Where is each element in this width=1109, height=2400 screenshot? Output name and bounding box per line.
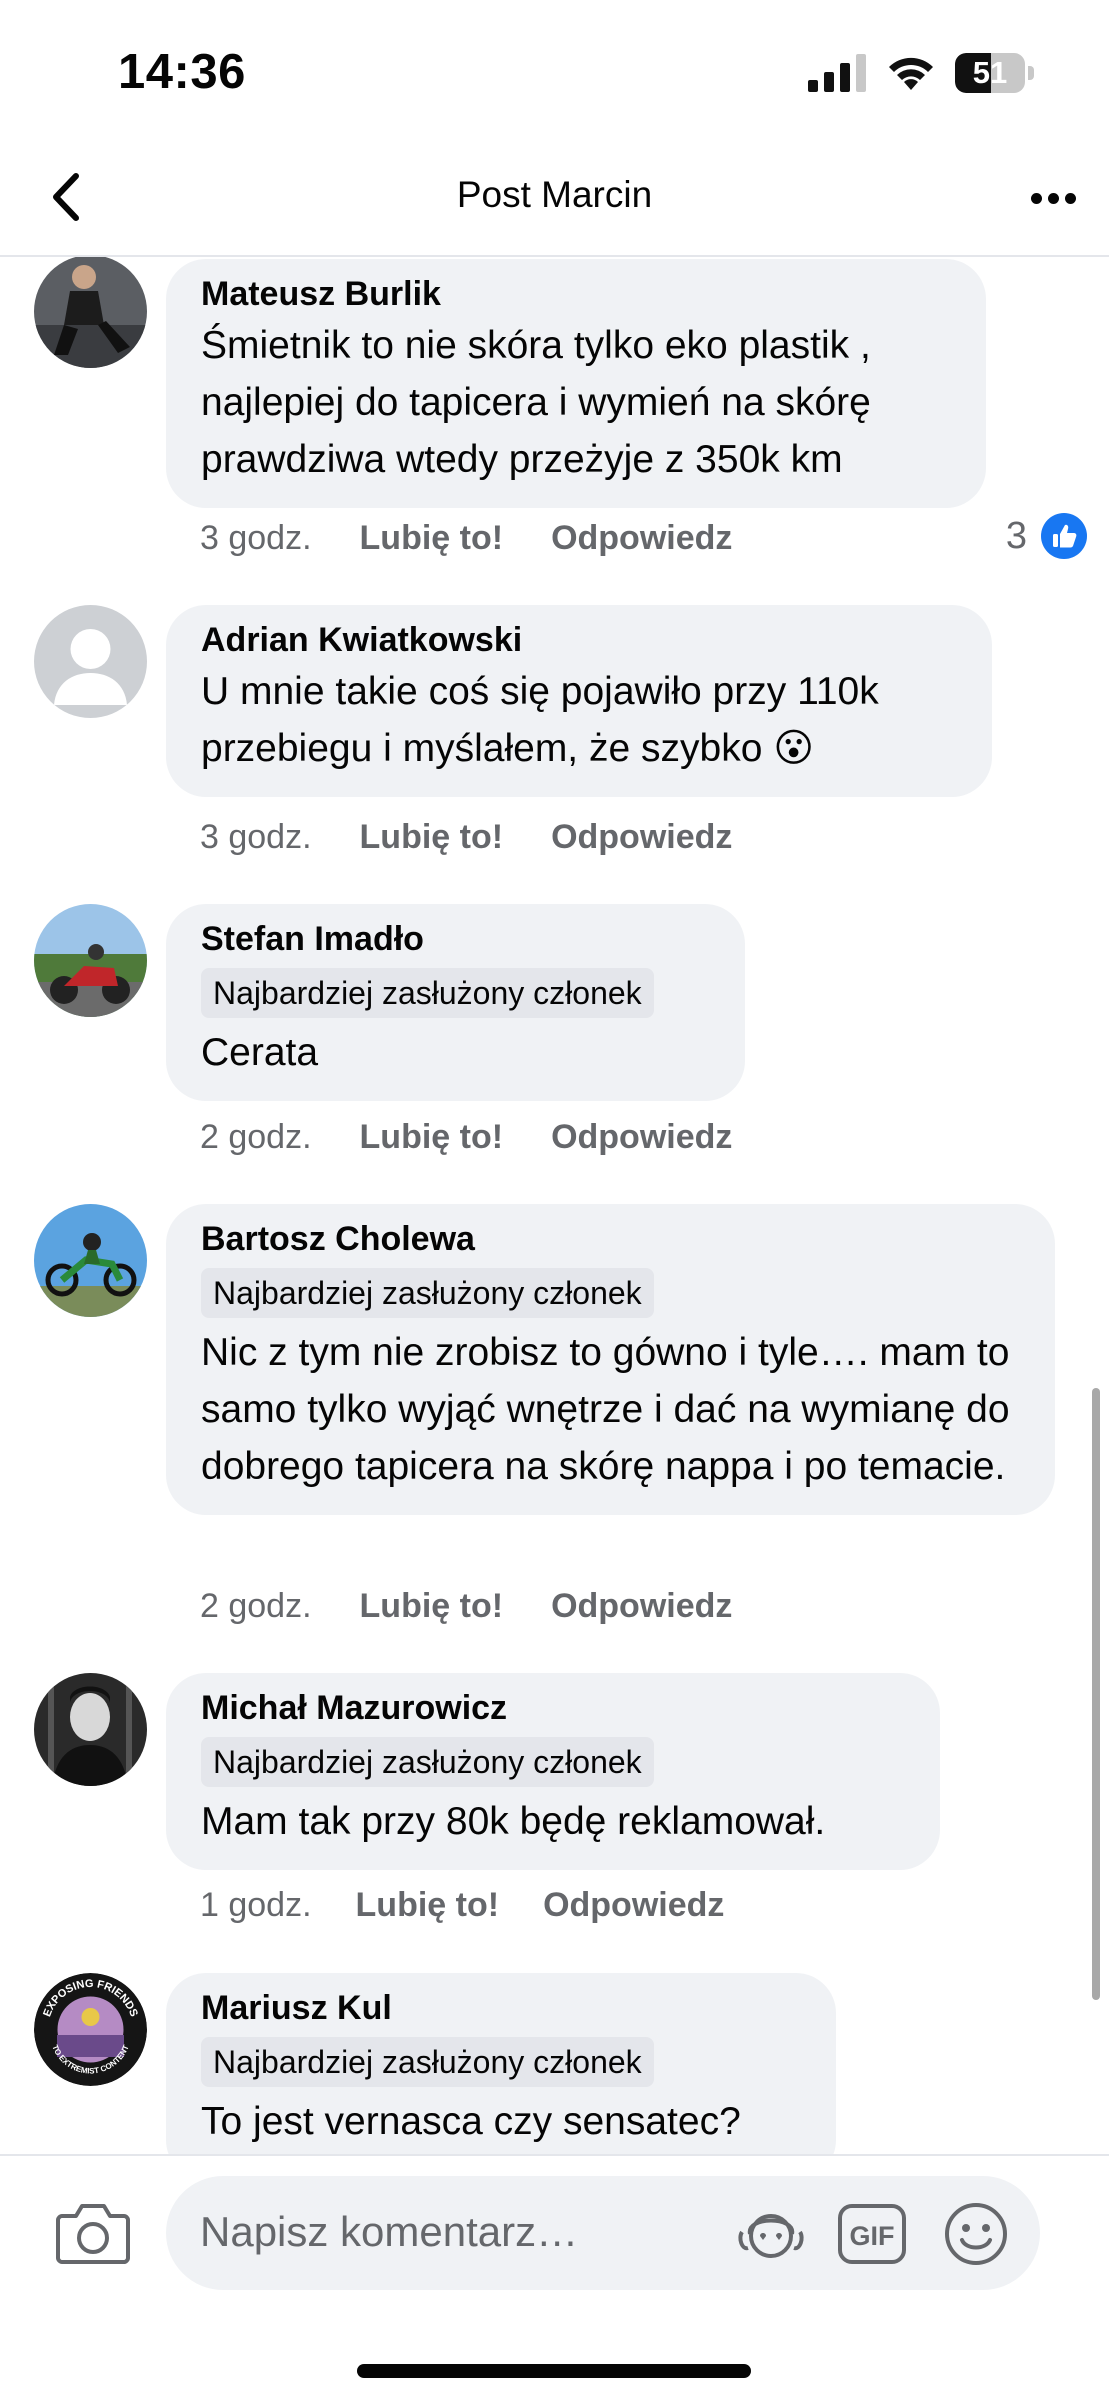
like-button[interactable]: Lubię to!: [360, 1587, 504, 1626]
gif-button[interactable]: GIF: [838, 2204, 906, 2264]
like-button[interactable]: Lubię to!: [356, 1886, 500, 1925]
comment-text: Cerata: [201, 1031, 319, 1074]
comment-author[interactable]: Mariusz Kul: [201, 1985, 801, 2031]
comment-actions: 3 godz. Lubię to! Odpowiedz: [200, 519, 732, 558]
reaction-count: 3: [1005, 514, 1027, 557]
comment-time: 3 godz.: [200, 519, 312, 557]
comment-text: Nic z tym nie zrobisz to gówno i tyle…. …: [201, 1331, 1010, 1488]
reply-button[interactable]: Odpowiedz: [551, 818, 732, 857]
comment-bubble: Mateusz Burlik Śmietnik to nie skóra tyl…: [166, 259, 986, 508]
comment-text: Śmietnik to nie skóra tylko eko plastik …: [201, 324, 871, 481]
like-button[interactable]: Lubię to!: [360, 818, 504, 857]
battery-icon: 51: [955, 53, 1035, 93]
member-badge[interactable]: Najbardziej zasłużony członek: [201, 2037, 654, 2087]
thumbs-up-icon: [1041, 513, 1087, 559]
avatar-sticker-icon[interactable]: [736, 2206, 806, 2262]
comment-time: 1 godz.: [200, 1886, 312, 1924]
comment-bubble: Adrian Kwiatkowski U mnie takie coś się …: [166, 605, 992, 797]
comment-bubble: Bartosz Cholewa Najbardziej zasłużony cz…: [166, 1204, 1055, 1515]
status-bar: 14:36 51: [0, 0, 1109, 140]
comment-actions: 2 godz. Lubię to! Odpowiedz: [200, 1587, 732, 1626]
comment-author[interactable]: Adrian Kwiatkowski: [201, 617, 957, 663]
reply-button[interactable]: Odpowiedz: [551, 1118, 732, 1157]
scrollbar[interactable]: [1092, 1388, 1100, 2000]
comment-actions: 3 godz. Lubię to! Odpowiedz: [200, 818, 732, 857]
member-badge[interactable]: Najbardziej zasłużony członek: [201, 1268, 654, 1318]
member-badge[interactable]: Najbardziej zasłużony członek: [201, 1737, 654, 1787]
member-badge[interactable]: Najbardziej zasłużony członek: [201, 968, 654, 1018]
avatar[interactable]: [34, 257, 147, 368]
comment-composer: Napisz komentarz… GIF: [0, 2154, 1109, 2400]
gif-label: GIF: [850, 2221, 895, 2251]
comment-actions: 2 godz. Lubię to! Odpowiedz: [200, 1118, 732, 1157]
reply-button[interactable]: Odpowiedz: [551, 1587, 732, 1626]
comment-time: 3 godz.: [200, 818, 312, 856]
comment-text: U mnie takie coś się pojawiło przy 110k …: [201, 670, 879, 770]
comment-author[interactable]: Michał Mazurowicz: [201, 1685, 905, 1731]
avatar[interactable]: [34, 605, 147, 718]
comment-bubble: Stefan Imadło Najbardziej zasłużony czło…: [166, 904, 745, 1101]
emoji-icon[interactable]: [944, 2202, 1008, 2266]
reply-button[interactable]: Odpowiedz: [551, 519, 732, 558]
reaction-summary[interactable]: 3: [1006, 513, 1087, 559]
comment-author[interactable]: Bartosz Cholewa: [201, 1216, 1020, 1262]
avatar[interactable]: EXPOSING FRIENDS TO EXTREMIST CONTENT: [34, 1973, 147, 2086]
comment-input[interactable]: Napisz komentarz… GIF: [166, 2176, 1040, 2290]
avatar[interactable]: [34, 904, 147, 1017]
comment-text: To jest vernasca czy sensatec?: [201, 2100, 741, 2143]
comment-bubble: Mariusz Kul Najbardziej zasłużony człone…: [166, 1973, 836, 2154]
more-options-button[interactable]: [1023, 174, 1083, 222]
comment-author[interactable]: Stefan Imadło: [201, 916, 710, 962]
comment-actions: 1 godz. Lubię to! Odpowiedz: [200, 1886, 724, 1925]
avatar[interactable]: [34, 1204, 147, 1317]
comment-time: 2 godz.: [200, 1587, 312, 1625]
comment-bubble: Michał Mazurowicz Najbardziej zasłużony …: [166, 1673, 940, 1870]
gif-icon: GIF: [838, 2204, 906, 2264]
wifi-icon: [889, 57, 933, 90]
more-dots-icon: [1030, 192, 1042, 204]
avatar[interactable]: [34, 1673, 147, 1786]
comment-author[interactable]: Mateusz Burlik: [201, 271, 951, 317]
comment-text: Mam tak przy 80k będę reklamował.: [201, 1800, 826, 1843]
post-header: Post Marcin: [0, 140, 1109, 257]
comments-list[interactable]: Mateusz Burlik Śmietnik to nie skóra tyl…: [0, 257, 1109, 2154]
like-button[interactable]: Lubię to!: [360, 1118, 504, 1157]
comment-time: 2 godz.: [200, 1118, 312, 1156]
camera-icon[interactable]: [56, 2200, 130, 2264]
home-indicator[interactable]: [357, 2364, 751, 2378]
like-button[interactable]: Lubię to!: [360, 519, 504, 558]
comment-input-placeholder: Napisz komentarz…: [200, 2208, 579, 2255]
reply-button[interactable]: Odpowiedz: [543, 1886, 724, 1925]
status-time: 14:36: [118, 45, 246, 99]
battery-level: 51: [972, 55, 1008, 90]
page-title: Post Marcin: [456, 174, 653, 215]
cellular-signal-icon: [808, 54, 866, 92]
